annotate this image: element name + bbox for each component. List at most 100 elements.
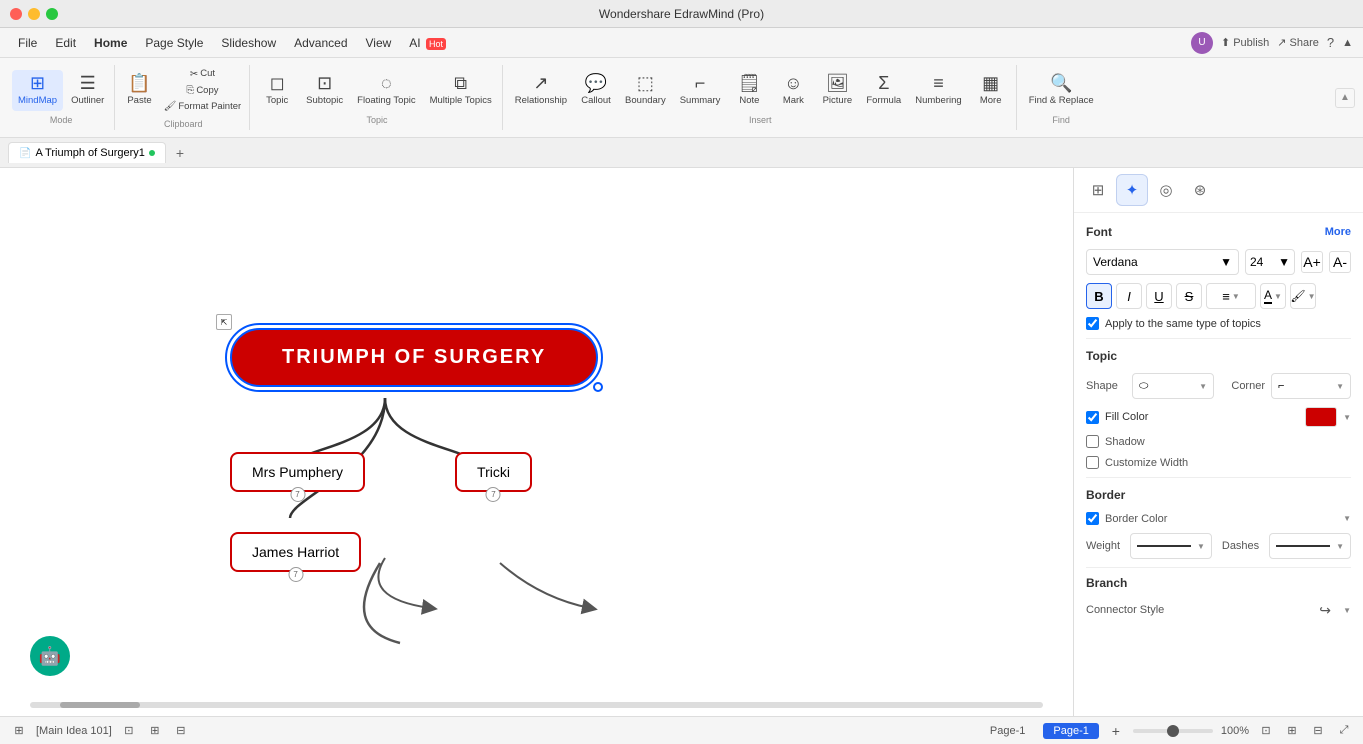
callout-icon: 💬 [585, 74, 607, 92]
align-button[interactable]: ≡ ▼ [1206, 283, 1256, 309]
panel-tab-format[interactable]: ⊞ [1082, 174, 1114, 206]
mark-button[interactable]: ☺ Mark [772, 70, 814, 110]
connector-style-dropdown-icon[interactable]: ▼ [1343, 606, 1351, 615]
fullscreen-icon[interactable]: ⤢ [1335, 722, 1353, 740]
menu-home[interactable]: Home [86, 34, 135, 52]
view-icon-1[interactable]: ⊡ [120, 722, 138, 740]
shape-select[interactable]: ⬭ ▼ [1132, 373, 1214, 399]
subtopic-button[interactable]: ⊡ Subtopic [300, 70, 349, 110]
tricki-node[interactable]: Tricki [455, 452, 532, 492]
fit-width-icon[interactable]: ⊡ [1257, 722, 1275, 740]
central-node[interactable]: TRIUMPH OF SURGERY [230, 328, 598, 387]
menu-view[interactable]: View [358, 34, 400, 52]
ai-bot-button[interactable]: 🤖 [30, 636, 70, 676]
summary-button[interactable]: ⌐ Summary [674, 70, 727, 110]
james-harriot-node-container: James Harriot 7 [230, 532, 361, 572]
view-icon-2[interactable]: ⊞ [146, 722, 164, 740]
picture-button[interactable]: 🖼 Picture [816, 70, 858, 110]
fill-color-dropdown-icon[interactable]: ▼ [1343, 413, 1351, 422]
share-button[interactable]: ↗ Share [1277, 36, 1319, 49]
panel-tab-location[interactable]: ◎ [1150, 174, 1182, 206]
canvas-scrollbar-thumb[interactable] [60, 702, 140, 708]
bold-button[interactable]: B [1086, 283, 1112, 309]
outliner-button[interactable]: ☰ Outliner [65, 70, 110, 110]
font-size-dropdown-icon: ▼ [1278, 255, 1290, 269]
mindmap-button[interactable]: ⊞ MindMap [12, 70, 63, 110]
corner-select[interactable]: ⌐ ▼ [1271, 373, 1351, 399]
strikethrough-button[interactable]: S [1176, 283, 1202, 309]
topic-button[interactable]: ◻ Topic [256, 70, 298, 110]
weight-select[interactable]: ▼ [1130, 533, 1212, 559]
panel-tab-settings[interactable]: ⊛ [1184, 174, 1216, 206]
copy-button[interactable]: ⎘ Copy [160, 83, 246, 98]
zoom-thumb[interactable] [1167, 725, 1179, 737]
close-button[interactable] [10, 8, 22, 20]
font-size-increase-button[interactable]: A+ [1301, 251, 1323, 273]
sidebar-toggle-icon[interactable]: ⊞ [10, 722, 28, 740]
fit-selection-icon[interactable]: ⊟ [1309, 722, 1327, 740]
dashes-select[interactable]: ▼ [1269, 533, 1351, 559]
page-tab-2[interactable]: Page-1 [1043, 723, 1098, 739]
more-button[interactable]: ▦ More [970, 70, 1012, 110]
callout-button[interactable]: 💬 Callout [575, 70, 617, 110]
numbering-button[interactable]: ≡ Numbering [909, 70, 967, 110]
help-icon[interactable]: ? [1327, 35, 1334, 50]
formula-button[interactable]: Σ Formula [860, 70, 907, 110]
canvas[interactable]: ⇱ TRIUMPH OF SURGERY [0, 168, 1073, 716]
menu-file[interactable]: File [10, 34, 45, 52]
panel-tab-style[interactable]: ✦ [1116, 174, 1148, 206]
fill-color-swatch[interactable] [1305, 407, 1337, 427]
cut-button[interactable]: ✂ Cut [160, 66, 246, 81]
font-more-link[interactable]: More [1325, 226, 1351, 238]
user-avatar[interactable]: U [1191, 32, 1213, 54]
menu-ai[interactable]: AI Hot [401, 34, 454, 52]
underline-button[interactable]: U [1146, 283, 1172, 309]
publish-button[interactable]: ⬆ Publish [1221, 36, 1269, 49]
menu-edit[interactable]: Edit [47, 34, 84, 52]
view-icon-3[interactable]: ⊟ [172, 722, 190, 740]
floating-topic-button[interactable]: ◌ Floating Topic [351, 70, 421, 110]
relationship-button[interactable]: ↗ Relationship [509, 70, 573, 110]
note-button[interactable]: 🗒 Note [728, 70, 770, 110]
mrs-pumphery-node[interactable]: Mrs Pumphery [230, 452, 365, 492]
picture-label: Picture [823, 95, 853, 106]
divider-2 [1086, 477, 1351, 478]
apply-same-checkbox[interactable] [1086, 317, 1099, 330]
font-size-select[interactable]: 24 ▼ [1245, 249, 1295, 275]
document-tab[interactable]: 📄 A Triumph of Surgery1 [8, 142, 166, 163]
menu-slideshow[interactable]: Slideshow [213, 34, 284, 52]
find-replace-button[interactable]: 🔍 Find & Replace [1023, 70, 1100, 110]
shadow-checkbox[interactable] [1086, 435, 1099, 448]
font-family-select[interactable]: Verdana ▼ [1086, 249, 1239, 275]
canvas-scrollbar[interactable] [30, 702, 1043, 708]
james-harriot-node[interactable]: James Harriot [230, 532, 361, 572]
add-tab-button[interactable]: + [170, 143, 190, 163]
border-color-dropdown-icon[interactable]: ▼ [1343, 514, 1351, 523]
highlight-button[interactable]: 🖌 ▼ [1290, 283, 1316, 309]
connector-style-label: Connector Style [1086, 604, 1309, 616]
add-page-button[interactable]: + [1107, 722, 1125, 740]
format-painter-button[interactable]: 🖌 Format Painter [160, 99, 246, 114]
customize-width-label: Customize Width [1105, 457, 1188, 469]
topic-section-title: Topic [1086, 349, 1351, 363]
menu-page-style[interactable]: Page Style [137, 34, 211, 52]
maximize-button[interactable] [46, 8, 58, 20]
page-tab-1[interactable]: Page-1 [980, 723, 1035, 739]
paste-button[interactable]: 📋 Paste [121, 66, 157, 114]
customize-width-checkbox[interactable] [1086, 456, 1099, 469]
minimize-button[interactable] [28, 8, 40, 20]
fill-color-checkbox[interactable] [1086, 411, 1099, 424]
italic-button[interactable]: I [1116, 283, 1142, 309]
toolbar-collapse-button[interactable]: ▲ [1335, 88, 1355, 108]
floating-topic-icon: ◌ [381, 74, 392, 92]
boundary-button[interactable]: ⬚ Boundary [619, 70, 672, 110]
font-color-button[interactable]: A ▼ [1260, 283, 1286, 309]
fit-page-icon[interactable]: ⊞ [1283, 722, 1301, 740]
zoom-slider[interactable] [1133, 729, 1213, 733]
chevron-up-icon[interactable]: ▲ [1342, 37, 1353, 49]
menu-advanced[interactable]: Advanced [286, 34, 355, 52]
multiple-topics-button[interactable]: ⧉ Multiple Topics [424, 70, 498, 110]
font-size-decrease-button[interactable]: A- [1329, 251, 1351, 273]
page-indicator: [Main Idea 101] [36, 725, 112, 737]
border-color-checkbox[interactable] [1086, 512, 1099, 525]
